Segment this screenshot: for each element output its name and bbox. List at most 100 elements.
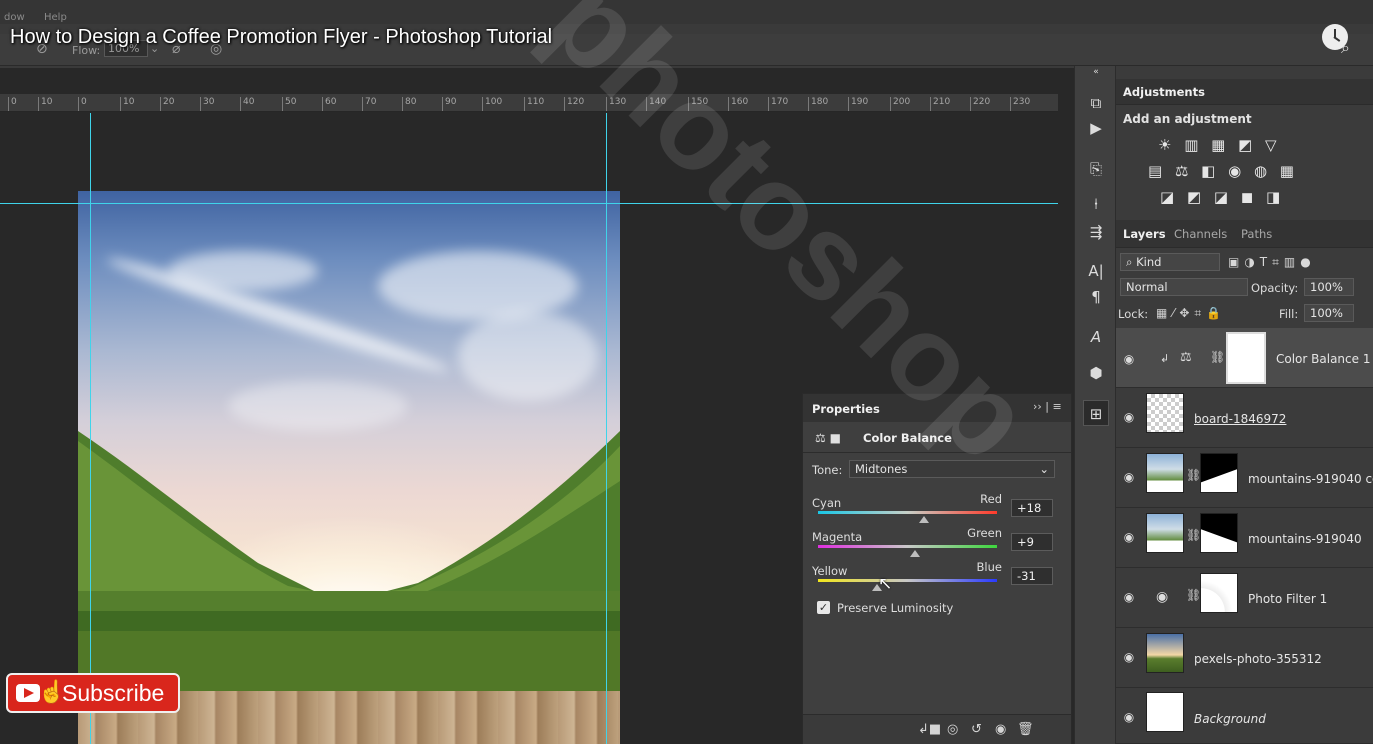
eye-icon[interactable]: ◉ (1122, 470, 1136, 484)
preserve-luminosity-checkbox[interactable]: ✓ (817, 601, 830, 614)
layer-name[interactable]: pexels-photo-355312 (1194, 652, 1322, 666)
slider-right-label: Red (980, 492, 1002, 506)
color-balance-icon: ⚖ ■ (815, 431, 841, 445)
layer-row[interactable]: ◉ ↲ ⚖ ⛓ Color Balance 1 (1116, 328, 1373, 388)
subscribe-button[interactable]: ☝ Subscribe (6, 673, 180, 713)
guide-vertical-right[interactable] (606, 113, 607, 744)
properties-footer: ↲■ ◎ ↺ ◉ 🗑 (803, 714, 1071, 744)
horizontal-ruler: 0 10 0 10 20 30 40 50 60 70 80 90 100 110 120 130 140 150… (0, 94, 1058, 112)
adjustment-icons-row2[interactable]: ▤ ⚖ ◧ ◉ ◍ ▦ (1148, 162, 1298, 180)
preserve-luminosity-label: Preserve Luminosity (837, 601, 954, 615)
clone-source-icon[interactable]: ⎘ (1083, 156, 1109, 182)
ruler-tick: 30 (200, 97, 214, 111)
eye-icon[interactable]: ◉ (1122, 530, 1136, 544)
clip-to-layer-icon[interactable]: ↲■ (918, 722, 941, 737)
eye-icon[interactable]: ◉ (1122, 590, 1136, 604)
eye-icon[interactable]: ◉ (1122, 650, 1136, 664)
guide-horizontal[interactable] (0, 203, 1058, 204)
adjustment-icons-row1[interactable]: ☀ ▥ ▦ ◩ ▽ (1158, 136, 1281, 154)
reset-icon[interactable]: ↺ (971, 722, 982, 737)
lock-icons[interactable]: ▦⁄✥⌗🔒 (1156, 306, 1226, 321)
visibility-icon[interactable]: ◉ (995, 722, 1006, 737)
layer-mask-thumbnail[interactable] (1200, 453, 1238, 493)
link-icon: ⛓ (1210, 350, 1226, 364)
layer-row[interactable]: ◉ pexels-photo-355312 (1116, 628, 1373, 688)
layer-thumbnail[interactable] (1146, 633, 1184, 673)
adjustment-icons-row3[interactable]: ◪ ◩ ◪ ◼ ◨ (1160, 188, 1284, 206)
guide-vertical-left[interactable] (90, 113, 91, 744)
adjustments-tabbar: Adjustments (1116, 79, 1373, 105)
layer-name[interactable]: board-1846972 (1194, 412, 1286, 426)
opacity-label: Opacity: (1251, 281, 1299, 295)
ruler-tick: 100 (482, 97, 502, 111)
slider-value-input[interactable]: -31 (1011, 567, 1053, 585)
layer-row[interactable]: ◉ ⛓ mountains-919040 copy (1116, 448, 1373, 508)
layer-name[interactable]: Background (1194, 712, 1266, 726)
slider-value-input[interactable]: +18 (1011, 499, 1053, 517)
ruler-tick: 10 (38, 97, 52, 111)
layer-name[interactable]: Photo Filter 1 (1248, 592, 1327, 606)
tab-channels[interactable]: Channels (1174, 227, 1227, 241)
menu-window[interactable]: dow (4, 12, 25, 23)
document-canvas[interactable] (78, 191, 620, 744)
layer-row[interactable]: ◉ ◉ ⛓ Photo Filter 1 (1116, 568, 1373, 628)
glyphs-icon[interactable]: A (1083, 324, 1109, 350)
layer-mask-thumbnail[interactable] (1200, 513, 1238, 553)
ruler-tick: 230 (1010, 97, 1030, 111)
collapse-icon[interactable]: « (1083, 66, 1109, 80)
history-icon[interactable]: ⧉ (1083, 90, 1109, 116)
filter-kind-value: Kind (1136, 255, 1162, 269)
layer-thumbnail[interactable] (1146, 513, 1184, 553)
tab-layers[interactable]: Layers (1123, 227, 1166, 241)
slider-value-input[interactable]: +9 (1011, 533, 1053, 551)
ruler-tick: 70 (362, 97, 376, 111)
search-icon[interactable]: ⌕ (1341, 38, 1350, 58)
layer-mask-thumbnail[interactable] (1200, 573, 1238, 613)
slider-track[interactable] (818, 579, 997, 582)
layer-thumbnail[interactable] (1146, 692, 1184, 732)
filter-kind-select[interactable]: ⌕ Kind (1120, 253, 1220, 271)
slider-track[interactable] (818, 511, 997, 514)
slider-track[interactable] (818, 545, 997, 548)
properties-title[interactable]: Properties (812, 402, 880, 416)
layer-thumbnail[interactable] (1146, 453, 1184, 493)
layer-thumbnail[interactable] (1146, 393, 1184, 433)
slider-thumb[interactable] (918, 516, 929, 523)
link-icon: ⛓ (1186, 468, 1202, 482)
3d-icon[interactable]: ⬢ (1083, 360, 1109, 386)
properties-icon[interactable]: ⊞ (1083, 400, 1109, 426)
valley-landscape (78, 431, 620, 691)
blend-mode-select[interactable]: Normal (1120, 278, 1248, 296)
eye-icon[interactable]: ◉ (1122, 410, 1136, 424)
tab-adjustments[interactable]: Adjustments (1123, 85, 1205, 99)
brush-settings-icon[interactable]: ⍿ (1083, 191, 1109, 217)
character-icon[interactable]: A| (1083, 258, 1109, 284)
view-previous-icon[interactable]: ◎ (947, 722, 958, 737)
fill-input[interactable]: 100% (1304, 304, 1354, 322)
layer-name[interactable]: Color Balance 1 (1276, 352, 1370, 366)
layer-row[interactable]: ◉ ⛓ mountains-919040 (1116, 508, 1373, 568)
actions-play-icon[interactable]: ▶ (1083, 115, 1109, 141)
ruler-tick: 10 (120, 97, 134, 111)
layer-name[interactable]: mountains-919040 (1248, 532, 1362, 546)
opacity-input[interactable]: 100% (1304, 278, 1354, 296)
menu-help[interactable]: Help (44, 12, 67, 23)
chevron-down-icon: ⌄ (1039, 462, 1049, 476)
slider-right-label: Blue (976, 560, 1002, 574)
paragraph-icon[interactable]: ¶ (1083, 284, 1109, 310)
eye-icon[interactable]: ◉ (1122, 352, 1136, 366)
tab-paths[interactable]: Paths (1241, 227, 1272, 241)
layer-row[interactable]: ◉ Background (1116, 688, 1373, 744)
video-title: How to Design a Coffee Promotion Flyer -… (10, 26, 553, 48)
layer-mask-thumbnail[interactable] (1226, 332, 1266, 384)
ruler-tick: 210 (930, 97, 950, 111)
filter-icons[interactable]: ▣◑T⌗▥● (1228, 255, 1316, 270)
adjust-tool-icon[interactable]: ⇶ (1083, 219, 1109, 245)
slider-thumb[interactable] (909, 550, 920, 557)
trash-icon[interactable]: 🗑 (1017, 722, 1034, 737)
mouse-cursor-icon: ↖ (878, 574, 893, 594)
color-balance-icon: ⚖ (1180, 350, 1192, 365)
eye-icon[interactable]: ◉ (1122, 710, 1136, 724)
layer-name[interactable]: mountains-919040 copy (1248, 472, 1373, 486)
layer-row[interactable]: ◉ board-1846972 (1116, 388, 1373, 448)
